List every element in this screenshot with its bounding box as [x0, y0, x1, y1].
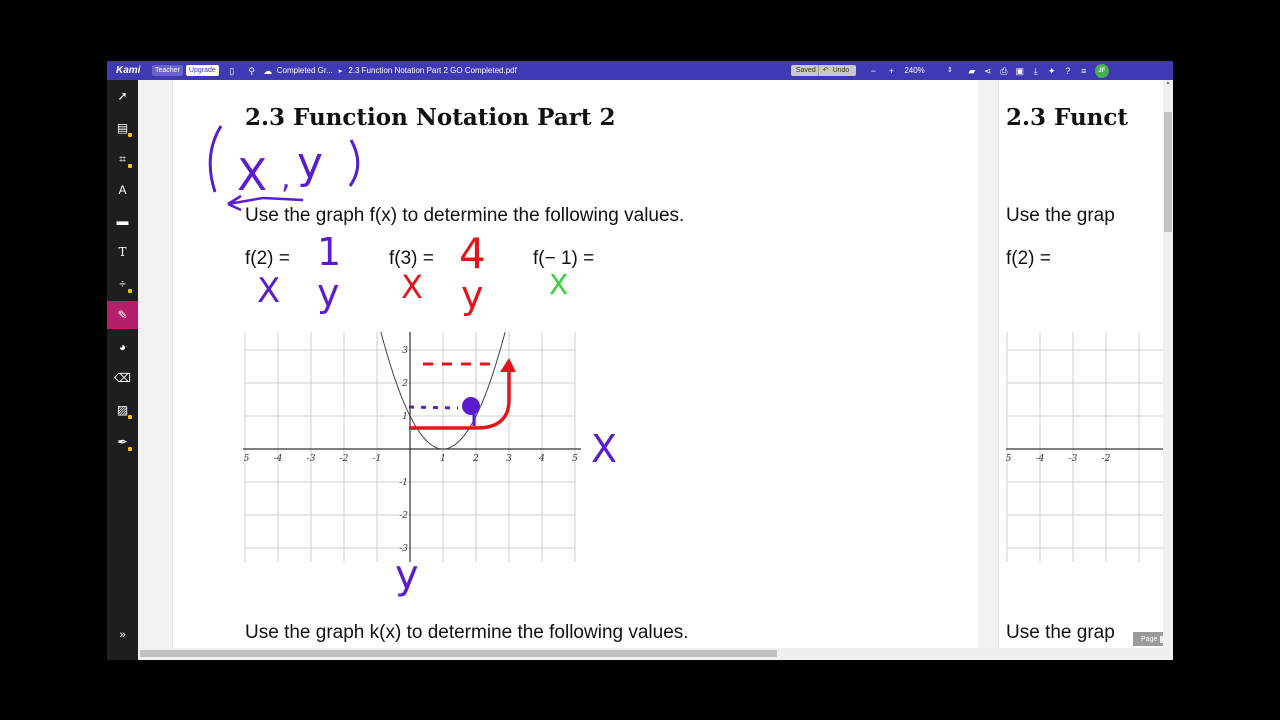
save-status: Saved ↶ Undo: [790, 65, 857, 76]
download-icon[interactable]: ⤓: [1031, 66, 1041, 76]
pdf-page-1: 2.3 Function Notation Part 2 Use the gra…: [172, 80, 978, 648]
kami-app-window: Kami Teacher Upgrade ▯ ⚲ ☁ Completed Gr.…: [107, 61, 1173, 660]
breadcrumb-folder[interactable]: Completed Gr...: [277, 66, 333, 75]
ink-label-y2: y: [461, 273, 484, 317]
horizontal-scrollbar[interactable]: [138, 648, 1173, 660]
page-2-title: 2.3 Funct: [1006, 104, 1129, 131]
lock-icon: [128, 133, 132, 137]
help-icon[interactable]: ?: [1063, 66, 1073, 76]
expand-sidebar-icon[interactable]: »: [107, 621, 138, 649]
ink-open-paren: [208, 125, 223, 193]
shapes-tool-icon[interactable]: ◕: [107, 333, 138, 361]
page-indicator[interactable]: Page 1 / 2: [1133, 632, 1163, 646]
ink-label-x2: X: [401, 268, 423, 306]
kami-logo: Kami: [116, 65, 141, 76]
ink-label-y1: y: [317, 271, 340, 315]
file-name[interactable]: 2.3 Function Notation Part 2 GO Complete…: [348, 66, 517, 75]
top-bar: Kami Teacher Upgrade ▯ ⚲ ☁ Completed Gr.…: [107, 61, 1173, 80]
dictionary-tool-icon[interactable]: ▤: [107, 114, 138, 142]
page-2-graph-grid: [1006, 332, 1163, 562]
x-tick-label: -4: [1036, 454, 1045, 464]
document-viewport[interactable]: 2.3 Function Notation Part 2 Use the gra…: [138, 80, 1163, 648]
tool-sidebar: ➚ ▤ ⌗ A ▬ T ÷ ✎ ◕ ⌫ ▨ ✒ »: [107, 80, 138, 660]
drive-icon: ☁: [263, 65, 273, 76]
ink-overlay: X , y 1 X y 4 X y X X y: [208, 125, 617, 598]
x-tick-label: -5: [1006, 454, 1012, 464]
undo-label: Undo: [832, 67, 850, 74]
page-2-graph: -5 -4 -3 -2: [1006, 332, 1163, 562]
teacher-badge: Teacher: [152, 65, 183, 76]
comment-tool-icon[interactable]: ▬: [107, 207, 138, 235]
ink-purple-dotted: [408, 405, 459, 410]
ink-answer-f3: 4: [459, 229, 486, 278]
page-label: Page: [1140, 635, 1158, 643]
x-tick-label: -2: [1102, 454, 1111, 464]
ink-label-x1: X: [257, 271, 280, 311]
save-icon[interactable]: ▣: [1015, 66, 1025, 76]
select-tool-icon[interactable]: ➚: [107, 82, 138, 110]
page-2-instructions: Use the grap: [1006, 205, 1115, 226]
folder-open-icon[interactable]: ▰: [967, 66, 977, 76]
undo-button[interactable]: ↶ Undo: [817, 65, 854, 76]
lock-icon: [128, 164, 132, 168]
sidebar-toggle-icon[interactable]: ▯: [227, 66, 237, 76]
undo-icon: ↶: [822, 67, 829, 74]
ink-top-y: y: [297, 138, 323, 189]
zoom-level[interactable]: 240%: [904, 66, 924, 75]
avatar[interactable]: JF: [1094, 63, 1109, 78]
drawing-tool-icon[interactable]: ✎: [107, 301, 138, 329]
equation-tool-icon[interactable]: ÷: [107, 270, 138, 298]
vertical-scroll-thumb[interactable]: [1164, 112, 1172, 232]
ink-answer-f2: 1: [317, 230, 341, 274]
eraser-tool-icon[interactable]: ⌫: [107, 364, 138, 392]
ink-graph-x-axis: X: [591, 427, 617, 471]
upgrade-button[interactable]: Upgrade: [185, 65, 219, 76]
menu-icon[interactable]: ≡: [1079, 66, 1089, 76]
vertical-scrollbar[interactable]: ▲: [1163, 80, 1173, 648]
magic-icon[interactable]: ✦: [1047, 66, 1057, 76]
ink-top-comma: ,: [281, 161, 291, 196]
markup-tool-icon[interactable]: A: [107, 176, 138, 204]
lock-icon: [128, 447, 132, 451]
page-2-tick-labels: -5 -4 -3 -2: [1006, 454, 1111, 464]
saved-label: Saved: [795, 67, 816, 74]
pdf-page-2: 2.3 Funct Use the grap f(2) = -5 -4 -3 -2 U…: [998, 80, 1163, 648]
lock-icon: [128, 289, 132, 293]
scroll-up-icon[interactable]: ▲: [1163, 80, 1173, 86]
ink-graph-y-axis: y: [395, 552, 419, 598]
ink-label-x3: X: [549, 268, 568, 301]
ink-close-paren: [348, 139, 360, 187]
extract-tool-icon[interactable]: ⌗: [107, 145, 138, 173]
x-tick-label: -3: [1069, 454, 1078, 464]
horizontal-scroll-thumb[interactable]: [140, 650, 777, 657]
lock-icon: [128, 415, 132, 419]
print-icon[interactable]: ⎙: [999, 66, 1009, 76]
search-icon[interactable]: ⚲: [247, 66, 257, 76]
page-2-instructions-2: Use the grap: [1006, 622, 1115, 643]
text-tool-icon[interactable]: T: [107, 238, 138, 266]
signature-tool-icon[interactable]: ✒: [107, 428, 138, 456]
zoom-in-icon[interactable]: +: [886, 66, 896, 76]
share-icon[interactable]: ⋖: [983, 66, 993, 76]
ink-red-path: [409, 367, 511, 430]
ink-red-arrowhead: [500, 358, 516, 372]
zoom-dropdown-icon[interactable]: ⇕: [945, 66, 955, 76]
ink-point-marker: [462, 397, 480, 415]
ink-top-x: X: [237, 150, 267, 201]
zoom-out-icon[interactable]: −: [868, 66, 878, 76]
breadcrumb-arrow-icon: ▸: [338, 67, 343, 75]
page-2-prompt: f(2) =: [1006, 248, 1051, 269]
add-image-tool-icon[interactable]: ▨: [107, 396, 138, 424]
